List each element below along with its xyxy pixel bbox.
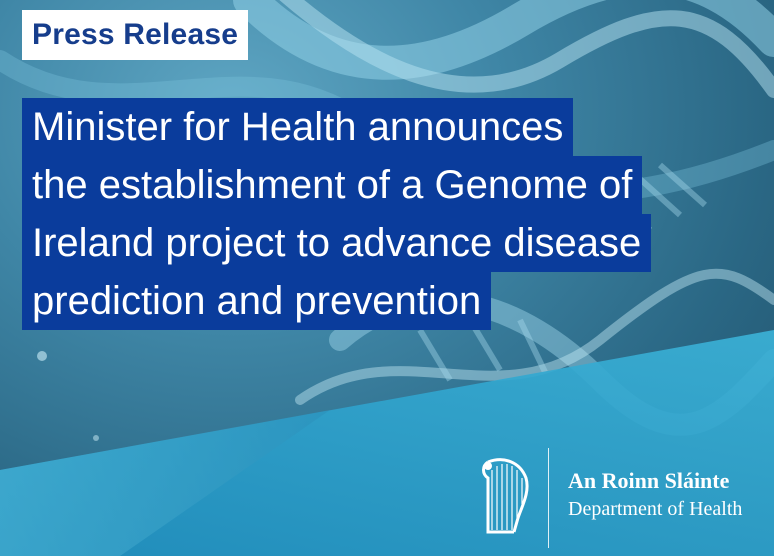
department-logo: An Roinn Sláinte Department of Health [474,448,774,548]
department-name-english: Department of Health [568,498,743,520]
headline-line: Ireland project to advance disease [22,214,652,272]
harp-icon [482,458,529,534]
department-name-irish: An Roinn Sláinte [568,468,730,493]
press-release-banner: Press Release Minister for Health announ… [0,0,774,556]
headline-line: Minister for Health announces [22,98,574,156]
headline: Minister for Health announces the establ… [22,98,767,330]
logo-divider [548,448,549,548]
headline-line: the establishment of a Genome of [22,156,643,214]
press-release-label: Press Release [22,10,249,60]
headline-line: prediction and prevention [22,272,492,330]
